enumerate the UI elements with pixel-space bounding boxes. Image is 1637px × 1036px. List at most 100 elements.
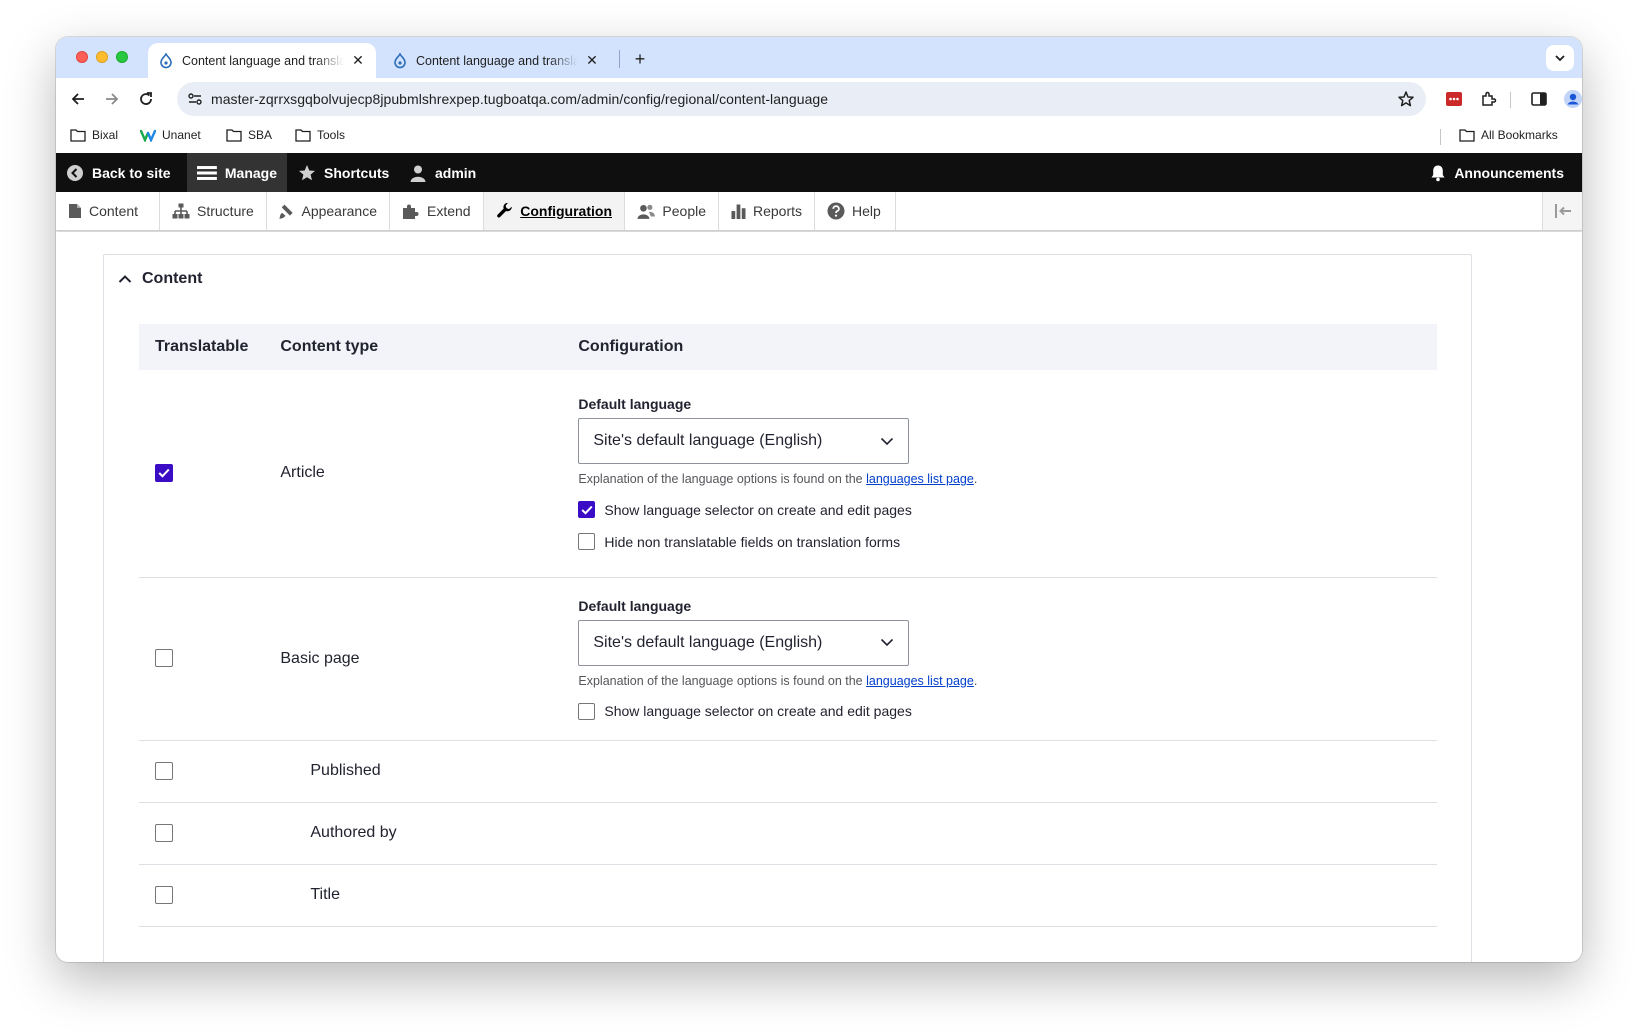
field-name: Title: [264, 864, 563, 927]
back-button[interactable]: [66, 87, 90, 111]
translatable-cell: [139, 864, 265, 927]
reload-button[interactable]: [134, 87, 158, 111]
language-options-description: Explanation of the language options is f…: [578, 674, 1421, 688]
bookmark-unanet[interactable]: Unanet: [140, 128, 201, 142]
content-details-section: Content Translatable Content type Config…: [103, 254, 1472, 962]
wrench-icon: [497, 202, 512, 218]
drupal-favicon-icon: [394, 52, 406, 68]
address-bar[interactable]: master-zqrrxsgqbolvujecp8jpubmlshrexpep.…: [177, 82, 1426, 116]
bookmark-label: Tools: [317, 128, 346, 142]
site-info-icon[interactable]: [185, 89, 205, 109]
bookmark-tools[interactable]: Tools: [295, 128, 345, 142]
article-translatable-checkbox[interactable]: [155, 464, 173, 483]
bookmark-star-icon[interactable]: [1396, 89, 1416, 109]
unanet-logo-icon: [140, 129, 156, 142]
drupal-admin-toolbar: Back to site Manage Shortcuts admin Anno…: [56, 153, 1582, 192]
checkmark-icon: [581, 505, 593, 515]
languages-list-page-link[interactable]: languages list page: [866, 674, 974, 688]
folder-icon: [295, 129, 311, 142]
minimize-window-button[interactable]: [96, 51, 108, 63]
close-tab-icon[interactable]: ✕: [584, 52, 600, 69]
tray-item-configuration[interactable]: Configuration: [484, 192, 625, 230]
table-row-field-published: Published: [139, 740, 1437, 803]
table-row-field-title: Title: [139, 864, 1437, 927]
bookmarks-divider: [1440, 129, 1441, 145]
profile-avatar-icon[interactable]: [1562, 88, 1582, 110]
bookmark-bixal[interactable]: Bixal: [70, 128, 118, 142]
tray-item-extend[interactable]: Extend: [390, 192, 484, 230]
tab-search-button[interactable]: [1546, 45, 1574, 71]
arrow-right-icon: [106, 93, 119, 105]
basic-page-translatable-checkbox[interactable]: [155, 649, 173, 668]
chevron-down-icon: [881, 638, 894, 647]
checkmark-icon: [158, 468, 170, 478]
tray-item-help[interactable]: Help: [815, 192, 896, 230]
maximize-window-button[interactable]: [116, 51, 128, 63]
content-section-toggle[interactable]: Content: [118, 270, 202, 288]
table-header-row: Translatable Content type Configuration: [139, 324, 1437, 370]
tray-item-label: Content: [89, 203, 139, 219]
article-show-language-selector-checkbox[interactable]: [578, 501, 596, 519]
browser-tab-active[interactable]: Content language and translation ✕: [148, 43, 376, 78]
forward-button[interactable]: [100, 87, 124, 111]
manage-tab[interactable]: Manage: [187, 153, 287, 192]
all-bookmarks-label: All Bookmarks: [1481, 128, 1558, 142]
user-tab[interactable]: admin: [399, 153, 486, 192]
translatable-cell: [139, 740, 265, 803]
bookmark-sba[interactable]: SBA: [226, 128, 272, 142]
configuration-cell: Default language Site's default language…: [562, 370, 1437, 578]
tray-item-label: Configuration: [520, 203, 612, 219]
bell-icon: [1431, 165, 1445, 181]
article-hide-non-translatable-checkbox[interactable]: [578, 533, 596, 551]
translatable-cell: [139, 802, 265, 865]
authored-by-translatable-checkbox[interactable]: [155, 823, 173, 842]
reports-icon: [731, 203, 746, 219]
shortcuts-tab[interactable]: Shortcuts: [288, 153, 399, 192]
content-settings-table: Translatable Content type Configuration: [139, 324, 1437, 927]
tray-item-label: Extend: [427, 203, 471, 219]
announcements-tab[interactable]: Announcements: [1420, 153, 1574, 192]
folder-icon: [70, 129, 86, 142]
article-default-language-select[interactable]: Site's default language (English): [578, 418, 910, 465]
reload-icon: [140, 92, 152, 105]
languages-list-page-link[interactable]: languages list page: [866, 472, 974, 486]
tray-item-appearance[interactable]: Appearance: [267, 192, 390, 230]
extension-lastpass-icon[interactable]: [1443, 88, 1465, 110]
chevron-down-icon: [1555, 55, 1565, 62]
extensions-puzzle-icon[interactable]: [1478, 88, 1500, 110]
tab-strip: Content language and translation ✕ Conte…: [56, 37, 1582, 78]
table-row-article: Article Default language Site's default …: [139, 370, 1437, 578]
side-panel-icon[interactable]: [1528, 88, 1550, 110]
back-circle-icon: [67, 164, 83, 181]
all-bookmarks-button[interactable]: All Bookmarks: [1459, 128, 1558, 142]
option-label: Show language selector on create and edi…: [604, 703, 912, 719]
empty-cell: [562, 864, 1437, 927]
published-translatable-checkbox[interactable]: [155, 761, 173, 780]
option-row: Show language selector on create and edi…: [578, 501, 1421, 519]
chevron-down-icon: [881, 437, 894, 445]
tray-item-people[interactable]: People: [625, 192, 719, 230]
description-text: Explanation of the language options is f…: [578, 472, 867, 487]
close-window-button[interactable]: [76, 51, 88, 63]
tray-item-label: People: [662, 203, 706, 219]
tray-item-structure[interactable]: Structure: [160, 192, 267, 230]
tray-item-reports[interactable]: Reports: [719, 192, 815, 230]
browser-tab-inactive[interactable]: Content language and translation ✕: [382, 43, 610, 78]
user-label: admin: [435, 164, 477, 181]
basic-page-show-language-selector-checkbox[interactable]: [578, 702, 596, 720]
file-icon: [69, 204, 81, 218]
back-to-site-link[interactable]: Back to site: [56, 153, 181, 192]
close-tab-icon[interactable]: ✕: [350, 52, 366, 69]
title-translatable-checkbox[interactable]: [155, 885, 173, 904]
tray-item-content[interactable]: Content: [56, 192, 160, 230]
basic-page-default-language-select[interactable]: Site's default language (English): [578, 619, 910, 666]
tray-orientation-toggle[interactable]: [1542, 192, 1582, 230]
option-row: Hide non translatable fields on translat…: [578, 533, 1421, 551]
section-title: Content: [142, 270, 203, 287]
page-content: Content Translatable Content type Config…: [56, 232, 1582, 962]
translatable-cell: [139, 370, 265, 578]
browser-window: Content language and translation ✕ Conte…: [56, 37, 1582, 962]
new-tab-button[interactable]: +: [630, 49, 650, 69]
table-row-basic-page: Basic page Default language Site's defau…: [139, 577, 1437, 741]
browser-toolbar: master-zqrrxsgqbolvujecp8jpubmlshrexpep.…: [56, 78, 1582, 120]
